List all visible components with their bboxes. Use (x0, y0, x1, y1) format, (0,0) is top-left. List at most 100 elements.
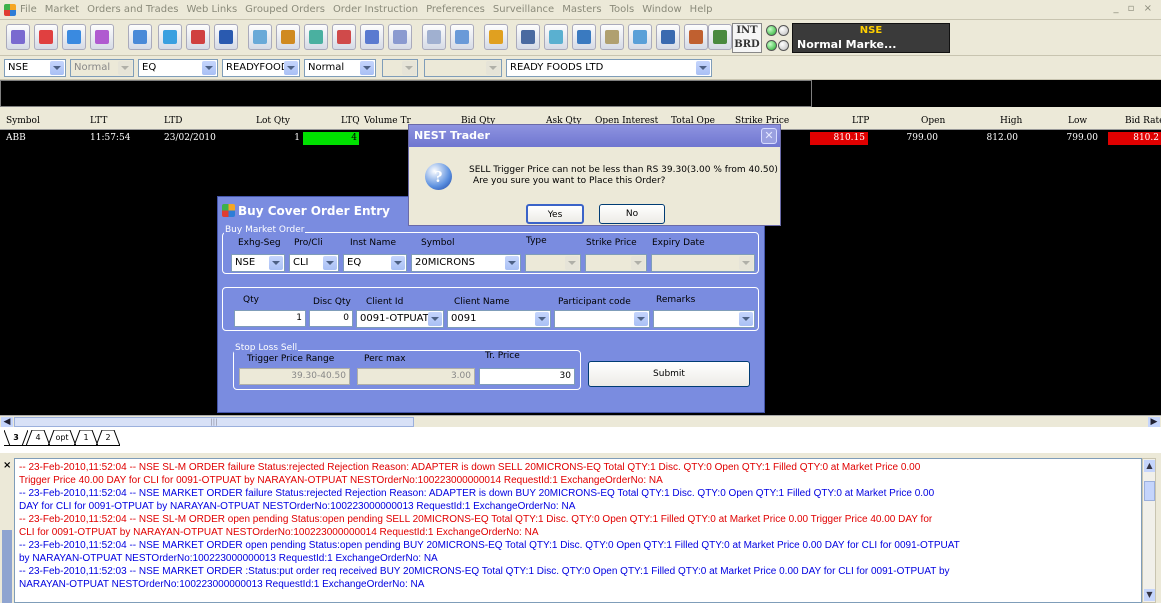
disc-qty-input[interactable]: 0 (309, 310, 353, 327)
toolbar-button-23[interactable] (656, 24, 680, 50)
toolbar-button-12[interactable] (332, 24, 356, 50)
tr-price-input[interactable]: 30 (479, 368, 575, 385)
blank-select-1[interactable] (382, 59, 418, 77)
strike-price-select[interactable] (585, 254, 647, 272)
header-bid-rate[interactable]: Bid Rate (1125, 116, 1161, 126)
yes-button[interactable]: Yes (526, 204, 584, 224)
type-select[interactable] (525, 254, 581, 272)
series-select[interactable]: Normal (304, 59, 376, 77)
client-id-select[interactable]: 0091-OTPUAT (356, 310, 444, 328)
tab-2[interactable]: 2 (96, 430, 120, 446)
menu-preferences[interactable]: Preferences (426, 4, 485, 15)
toolbar-button-9[interactable] (248, 24, 272, 50)
menu-web-links[interactable]: Web Links (187, 4, 238, 15)
menu-order-instruction[interactable]: Order Instruction (333, 4, 418, 15)
participant-code-select[interactable] (554, 310, 650, 328)
header-volume[interactable]: Volume Tr (364, 116, 411, 126)
scroll-left-icon[interactable]: ◀ (1, 417, 13, 427)
scroll-up-icon[interactable]: ▲ (1144, 460, 1155, 472)
toolbar-button-8[interactable] (214, 24, 238, 50)
cell-ltq: 4 (303, 132, 359, 145)
label-disc-qty: Disc Qty (313, 297, 351, 307)
toolbar-button-16[interactable] (450, 24, 474, 50)
close-icon[interactable]: ✕ (761, 128, 777, 144)
blank-select-2[interactable] (424, 59, 502, 77)
tab-3[interactable]: 3 (4, 430, 28, 446)
symbol-select[interactable]: READYFOOD (222, 59, 300, 77)
window-controls[interactable]: _ ▫ × (1113, 3, 1155, 14)
mode-select[interactable]: Normal (70, 59, 134, 77)
header-ltq[interactable]: LTQ (341, 116, 360, 126)
company-select[interactable]: READY FOODS LTD (506, 59, 712, 77)
scroll-right-icon[interactable]: ▶ (1148, 417, 1160, 427)
toolbar-button-14[interactable] (388, 24, 412, 50)
header-open[interactable]: Open (921, 116, 945, 126)
tab-opt[interactable]: opt (48, 430, 76, 446)
separator (0, 107, 1161, 115)
log-line: Trigger Price 40.00 DAY for CLI for 0091… (19, 475, 663, 486)
trigger-price-range-field: 39.30-40.50 (239, 368, 350, 385)
tab-4[interactable]: 4 (26, 430, 50, 446)
toolbar-button-18[interactable] (516, 24, 540, 50)
scroll-thumb[interactable]: ||| (14, 417, 414, 427)
submit-button[interactable]: Submit (588, 361, 750, 387)
toolbar-button-19[interactable] (544, 24, 568, 50)
tab-4-label: 4 (35, 433, 41, 442)
expiry-date-select[interactable] (651, 254, 755, 272)
pro-cli-select[interactable]: CLI (289, 254, 339, 272)
header-ltp[interactable]: LTP (852, 116, 869, 126)
tab-2-label: 2 (105, 433, 111, 442)
menu-tools[interactable]: Tools (610, 4, 635, 15)
exchange-select[interactable]: NSE (4, 59, 66, 77)
scroll-down-icon[interactable]: ▼ (1144, 589, 1155, 601)
menu-file[interactable]: File (20, 4, 37, 15)
symbol-select[interactable]: 20MICRONS (411, 254, 521, 272)
scroll-thumb[interactable] (1144, 481, 1155, 501)
message-bar-handle[interactable] (2, 530, 12, 603)
toolbar-button-5[interactable] (128, 24, 152, 50)
message-log[interactable]: -- 23-Feb-2010,11:52:04 -- NSE SL-M ORDE… (14, 458, 1142, 603)
vertical-scrollbar[interactable]: ▲ ▼ (1142, 458, 1156, 603)
header-ltd[interactable]: LTD (164, 116, 182, 126)
remarks-select[interactable] (653, 310, 755, 328)
qty-input[interactable]: 1 (234, 310, 306, 327)
toolbar-button-3[interactable] (62, 24, 86, 50)
menu-window[interactable]: Window (642, 4, 681, 15)
exhg-seg-select[interactable]: NSE (231, 254, 285, 272)
menu-grouped-orders[interactable]: Grouped Orders (245, 4, 325, 15)
header-ltt[interactable]: LTT (90, 116, 107, 126)
header-high[interactable]: High (1000, 116, 1022, 126)
toolbar-button-15[interactable] (422, 24, 446, 50)
menu-masters[interactable]: Masters (562, 4, 601, 15)
client-name-select[interactable]: 0091 (447, 310, 551, 328)
header-low[interactable]: Low (1068, 116, 1087, 126)
toolbar-button-10[interactable] (276, 24, 300, 50)
horizontal-scrollbar[interactable]: ◀ ||| ▶ (0, 415, 1161, 427)
toolbar-button-25[interactable] (708, 24, 732, 50)
toolbar-button-20[interactable] (572, 24, 596, 50)
toolbar-button-7[interactable] (186, 24, 210, 50)
toolbar-button-2[interactable] (34, 24, 58, 50)
tab-1[interactable]: 1 (74, 430, 98, 446)
menu-market[interactable]: Market (45, 4, 79, 15)
instrument-select[interactable]: EQ (138, 59, 218, 77)
toolbar-button-24[interactable] (684, 24, 708, 50)
menu-orders-trades[interactable]: Orders and Trades (87, 4, 178, 15)
toolbar-button-11[interactable] (304, 24, 328, 50)
inst-name-select[interactable]: EQ (343, 254, 407, 272)
dialog-message-line-1: SELL Trigger Price can not be less than … (469, 165, 778, 175)
close-icon[interactable]: × (3, 460, 11, 471)
no-button[interactable]: No (599, 204, 665, 224)
toolbar-button-21[interactable] (600, 24, 624, 50)
toolbar-button-13[interactable] (360, 24, 384, 50)
toolbar-button-6[interactable] (158, 24, 182, 50)
toolbar-button-17[interactable] (484, 24, 508, 50)
toolbar-button-22[interactable] (628, 24, 652, 50)
toolbar-button-1[interactable] (6, 24, 30, 50)
header-lot-qty[interactable]: Lot Qty (256, 116, 290, 126)
header-symbol[interactable]: Symbol (6, 116, 40, 126)
menu-help[interactable]: Help (690, 4, 713, 15)
toolbar-button-4[interactable] (90, 24, 114, 50)
dialog-title-bar[interactable]: NEST Trader (409, 125, 780, 147)
menu-surveillance[interactable]: Surveillance (493, 4, 554, 15)
